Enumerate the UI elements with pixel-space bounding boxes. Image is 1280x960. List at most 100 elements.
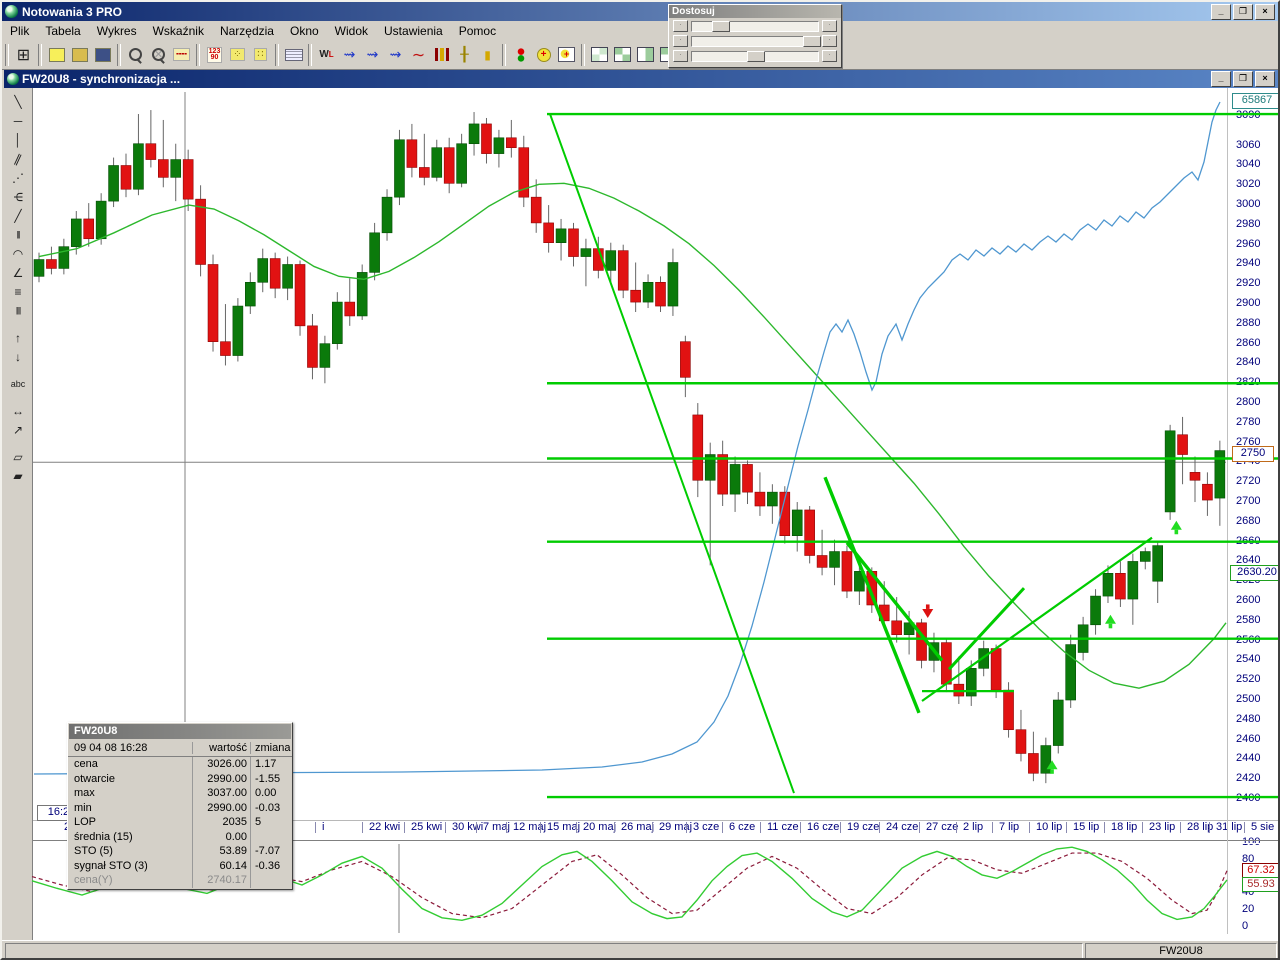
restore-button[interactable]: ❐ <box>1233 4 1253 20</box>
slider-right-button[interactable]: · <box>822 35 837 47</box>
chart-window-title-bar[interactable]: FW20U8 - synchronizacja ... _ ❐ × <box>4 70 1278 88</box>
slider-thumb[interactable] <box>712 20 731 32</box>
toolbar: ⊞╍╍12390⁘∷WL⇝⇝⇝∼╂▮++ <box>2 40 1278 70</box>
w-indicator-icon[interactable]: WL <box>315 44 338 66</box>
pointer-tool[interactable]: ↗ <box>6 420 30 439</box>
chart-window-icon <box>7 73 19 85</box>
slider-track[interactable] <box>691 35 821 47</box>
open-folder-icon[interactable] <box>68 44 91 66</box>
zigzag-1-icon[interactable]: ⇝ <box>338 44 361 66</box>
fan-lines-tool[interactable]: ⋰ <box>6 168 30 187</box>
zoom-off-icon[interactable] <box>147 44 170 66</box>
status-left-panel <box>5 943 1083 958</box>
layout-1-icon[interactable] <box>588 44 611 66</box>
chart-minimize-button[interactable]: _ <box>1211 71 1231 87</box>
line-chart-icon[interactable]: ∼ <box>407 44 430 66</box>
menu-item-narzędzia[interactable]: Narzędzia <box>212 22 282 40</box>
fibo-arcs-tool[interactable]: ◠ <box>6 244 30 263</box>
date-label: 27 cze <box>926 821 959 833</box>
date-label: 30 kwi <box>452 821 484 833</box>
add-box-icon[interactable]: + <box>555 44 578 66</box>
interval-numbers-icon[interactable]: 123 90 <box>203 44 226 66</box>
drawing-toolbar: ╲ ─ │ ∥ ⋰ Ψ ╱ ||| ◠ ∠ ≡ |||| ↑ ↓ abc ↔ ↗ ▱ ▰ <box>4 88 33 940</box>
new-file-icon[interactable] <box>45 44 68 66</box>
marker-diamond-icon[interactable]: ⁘ <box>226 44 249 66</box>
eraser-all-tool[interactable]: ▰ <box>6 466 30 485</box>
slider-track[interactable] <box>691 50 819 62</box>
slider-thumb[interactable] <box>747 50 766 62</box>
window-grid-icon[interactable]: ⊞ <box>12 44 35 66</box>
date-label: 18 lip <box>1111 821 1138 833</box>
menu-bar: Plik Tabela Wykres Wskaźnik Narzędzia Okno Wid… <box>2 21 1278 41</box>
layout-3-icon[interactable] <box>634 44 657 66</box>
dostosuj-slider-row-3: · · <box>673 49 837 63</box>
parallel-lines-tool[interactable]: ∥ <box>6 149 30 168</box>
zigzag-2-icon[interactable]: ⇝ <box>361 44 384 66</box>
date-label: 15 lip <box>1073 821 1100 833</box>
vertical-line-tool[interactable]: │ <box>6 130 30 149</box>
slider-right-button[interactable]: · <box>822 20 837 32</box>
measure-ruler-icon[interactable]: ╍╍ <box>170 44 193 66</box>
slider-track[interactable] <box>691 20 819 32</box>
menu-item-ustawienia[interactable]: Ustawienia <box>376 22 451 40</box>
slider-left-button[interactable]: · <box>673 50 688 62</box>
candle-chart-icon[interactable]: ▮ <box>476 44 499 66</box>
dostosuj-palette[interactable]: Dostosuj · · · · · · <box>668 4 842 68</box>
date-label: 6 cze <box>729 821 756 833</box>
vertical-zones-tool[interactable]: |||| <box>6 301 30 320</box>
info-row-lop: LOP 2035 5 <box>68 815 292 830</box>
menu-item-wykres[interactable]: Wykres <box>89 22 145 40</box>
arrow-up-tool[interactable]: ↑ <box>6 328 30 347</box>
chart-close-button[interactable]: × <box>1255 71 1275 87</box>
gann-fan-tool[interactable]: ∠ <box>6 263 30 282</box>
text-tool[interactable]: abc <box>6 374 30 393</box>
date-label: 23 lip <box>1149 821 1176 833</box>
horizontal-line-tool[interactable]: ─ <box>6 111 30 130</box>
menu-item-okno[interactable]: Okno <box>282 22 327 40</box>
arrow-down-tool[interactable]: ↓ <box>6 347 30 366</box>
bar-chart-icon[interactable] <box>430 44 453 66</box>
horizontal-arrow-tool[interactable]: ↔ <box>6 401 30 420</box>
save-icon[interactable] <box>91 44 114 66</box>
date-label: 19 cze <box>847 821 880 833</box>
status-instrument: FW20U8 <box>1085 943 1277 958</box>
menu-item-plik[interactable]: Plik <box>2 22 37 40</box>
slider-right-button[interactable]: · <box>822 50 837 62</box>
menu-item-pomoc[interactable]: Pomoc <box>451 22 504 40</box>
layout-2-icon[interactable] <box>611 44 634 66</box>
slider-left-button[interactable]: · <box>673 20 688 32</box>
fibo-retracement-tool[interactable]: ≡ <box>6 282 30 301</box>
sloped-line-tool[interactable]: ╱ <box>6 206 30 225</box>
menu-item-wskaźnik[interactable]: Wskaźnik <box>145 22 212 40</box>
minimize-button[interactable]: _ <box>1211 4 1231 20</box>
title-bar[interactable]: Notowania 3 PRO _ ❐ × <box>2 2 1278 21</box>
moving-average-line <box>38 182 1227 689</box>
date-label: 7 lip <box>999 821 1020 833</box>
date-label: 20 maj <box>583 821 617 833</box>
add-circle-icon[interactable]: + <box>532 44 555 66</box>
trend-line-tool[interactable]: ╲ <box>6 92 30 111</box>
signal-dots-icon[interactable] <box>509 44 532 66</box>
zoom-icon[interactable] <box>124 44 147 66</box>
candles-group <box>33 110 1226 784</box>
info-panel-title: FW20U8 <box>69 724 291 739</box>
menu-item-tabela[interactable]: Tabela <box>37 22 88 40</box>
slider-left-button[interactable]: · <box>673 35 688 47</box>
close-button[interactable]: × <box>1255 4 1275 20</box>
pitchfork-tool[interactable]: Ψ <box>6 187 30 206</box>
zigzag-3-icon[interactable]: ⇝ <box>384 44 407 66</box>
slider-thumb[interactable] <box>802 35 821 47</box>
quote-info-panel[interactable]: FW20U8 09 04 08 16:28 wartość zmiana cen… <box>67 722 293 890</box>
info-row-cena-y-: cena(Y) 2740.17 <box>68 873 292 888</box>
main-window: Notowania 3 PRO _ ❐ × Plik Tabela Wykres Ws… <box>0 0 1280 960</box>
fibo-time-zones-tool[interactable]: ||| <box>6 225 30 244</box>
marker-square-icon[interactable]: ∷ <box>249 44 272 66</box>
menu-item-widok[interactable]: Widok <box>327 22 376 40</box>
app-icon <box>5 5 18 18</box>
chart-restore-button[interactable]: ❐ <box>1233 71 1253 87</box>
eraser-tool[interactable]: ▱ <box>6 447 30 466</box>
quote-table-icon[interactable] <box>282 44 305 66</box>
ma-marker-box: 2630.20 <box>1230 565 1278 581</box>
chart-area[interactable]: ╲ ─ │ ∥ ⋰ Ψ ╱ ||| ◠ ∠ ≡ |||| ↑ ↓ abc ↔ ↗ ▱ ▰ 3090 3060 3040 3… <box>4 88 1278 940</box>
ohlc-chart-icon[interactable]: ╂ <box>453 44 476 66</box>
